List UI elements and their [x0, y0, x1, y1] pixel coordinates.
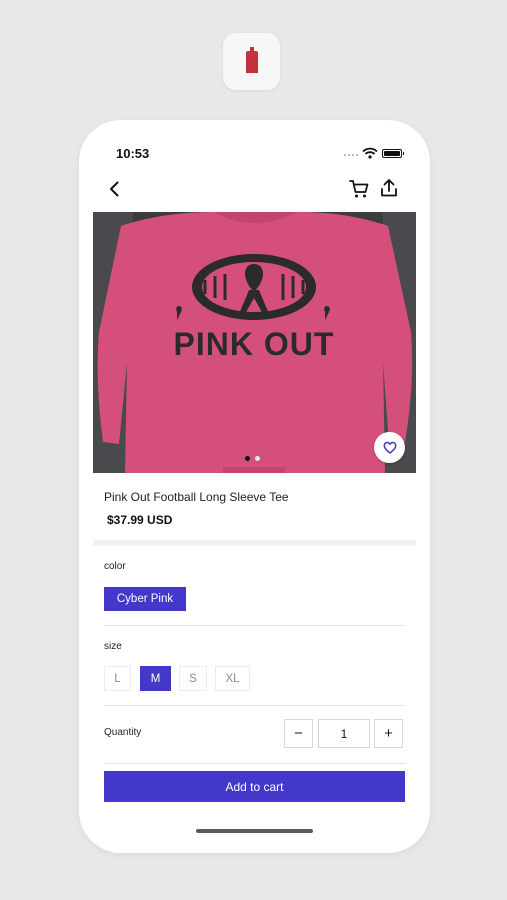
carousel-dot[interactable] — [245, 456, 250, 461]
favorite-button[interactable] — [374, 432, 405, 463]
carousel-dot[interactable] — [255, 456, 260, 461]
battery-icon — [382, 149, 404, 158]
carousel-dots — [245, 456, 260, 461]
size-option-l[interactable]: L — [104, 666, 131, 691]
quantity-input[interactable]: 1 — [318, 719, 370, 748]
quantity-increment-button[interactable]: + — [374, 719, 403, 748]
share-icon[interactable] — [378, 177, 400, 199]
size-option-s[interactable]: S — [179, 666, 207, 691]
status-time: 10:53 — [116, 146, 150, 161]
wifi-icon — [362, 147, 378, 159]
phone-frame: 10:53 PINK OUT Pink Out Football Long Sl… — [79, 120, 430, 853]
chevron-left-icon[interactable] — [105, 179, 125, 199]
status-bar: 10:53 — [79, 120, 430, 170]
product-image-carousel[interactable]: PINK OUT — [93, 212, 416, 473]
app-logo-shape — [245, 46, 258, 73]
color-option-selected[interactable]: Cyber Pink — [104, 587, 186, 611]
size-option-m[interactable]: M — [140, 666, 171, 691]
divider — [104, 625, 405, 626]
add-to-cart-button[interactable]: Add to cart — [104, 771, 405, 802]
home-indicator[interactable] — [196, 829, 313, 833]
shirt-print-text: PINK OUT — [174, 326, 335, 362]
signal-icon — [344, 154, 358, 156]
quantity-decrement-button[interactable]: − — [284, 719, 313, 748]
divider — [104, 705, 405, 706]
size-option-xl[interactable]: XL — [215, 666, 250, 691]
heart-icon — [383, 441, 396, 454]
divider — [104, 763, 405, 764]
product-image: PINK OUT — [93, 212, 416, 473]
size-label: size — [104, 641, 122, 652]
product-title: Pink Out Football Long Sleeve Tee — [104, 490, 289, 504]
quantity-label: Quantity — [104, 727, 142, 738]
top-nav — [79, 175, 430, 205]
section-divider — [93, 540, 416, 546]
product-price: $37.99 USD — [107, 513, 173, 527]
app-icon — [223, 33, 280, 90]
cart-icon[interactable] — [348, 178, 370, 200]
color-label: color — [104, 561, 126, 572]
